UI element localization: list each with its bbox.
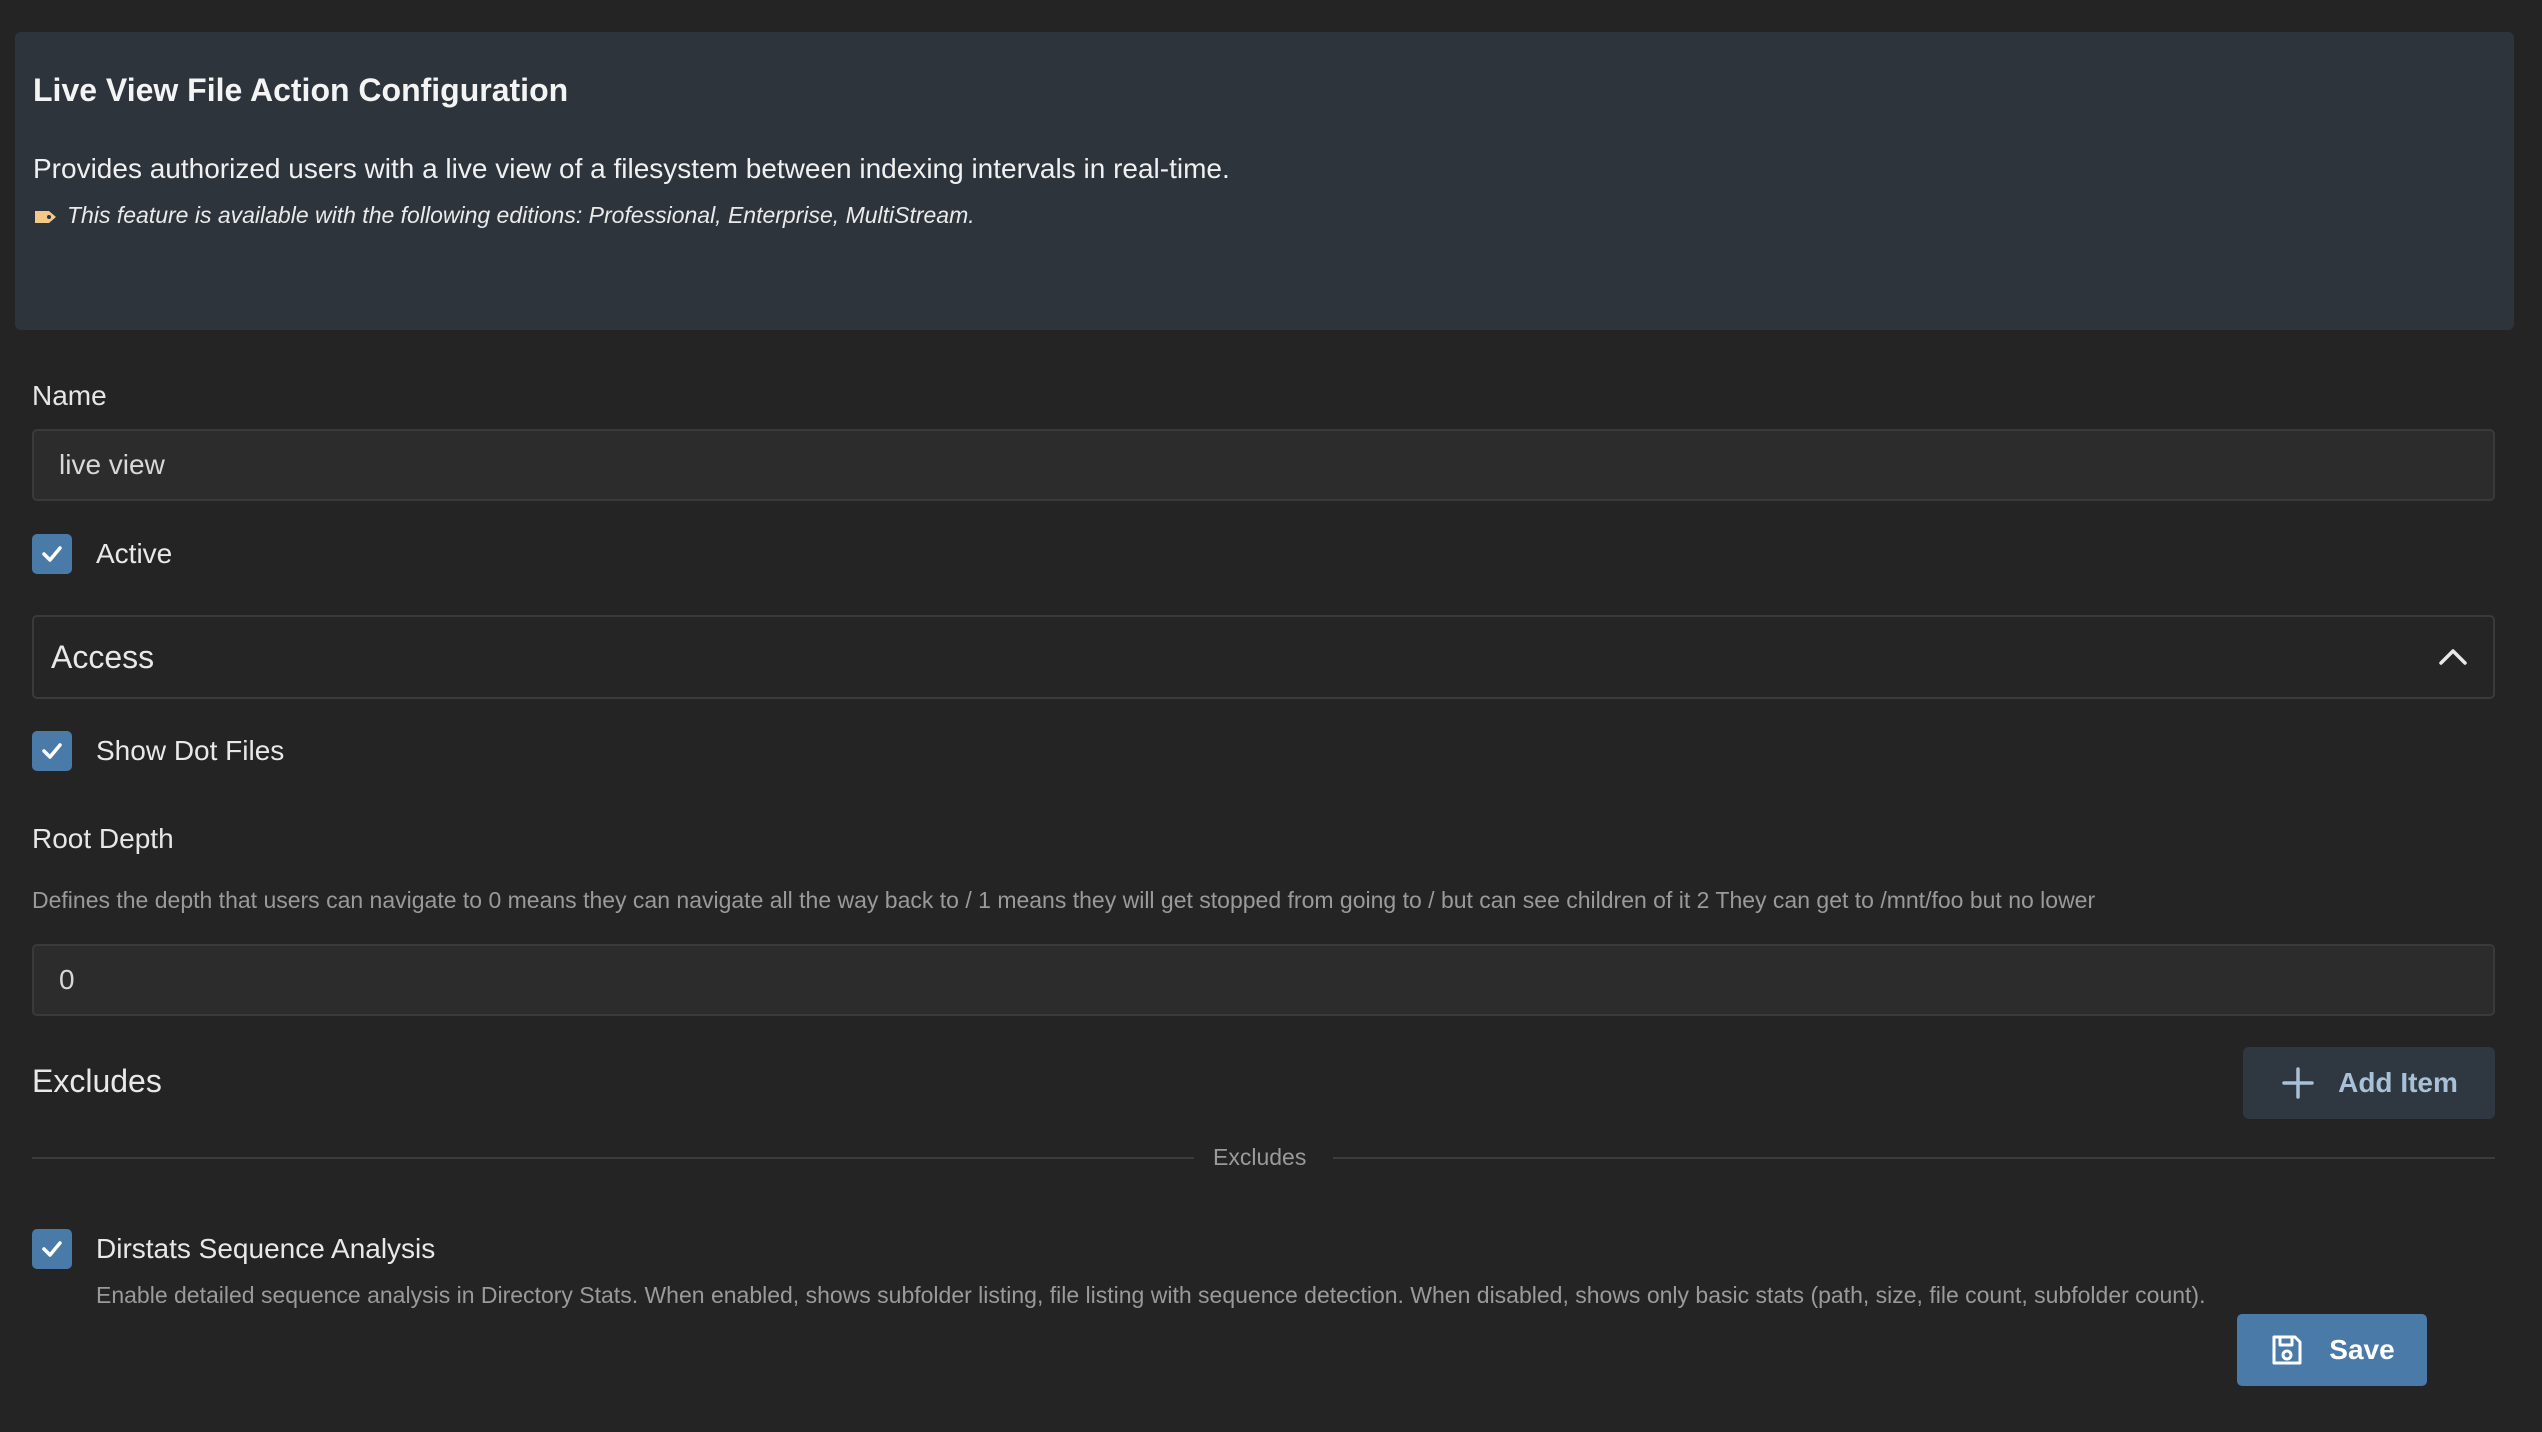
root-depth-label: Root Depth	[32, 823, 174, 854]
access-title: Access	[51, 639, 155, 675]
editions-note-text: This feature is available with the follo…	[67, 202, 975, 228]
show-dot-files-label: Show Dot Files	[96, 735, 285, 766]
check-icon	[42, 1241, 62, 1257]
excludes-title: Excludes	[32, 1063, 162, 1099]
show-dot-files-checkbox[interactable]	[32, 731, 72, 771]
show-dot-files-row[interactable]: Show Dot Files	[32, 731, 284, 771]
config-page: Live View File Action Configuration Prov…	[0, 0, 2542, 1432]
dirstats-description: Enable detailed sequence analysis in Dir…	[96, 1282, 2206, 1308]
check-icon	[42, 546, 62, 562]
editions-note: This feature is available with the follo…	[33, 202, 975, 229]
dirstats-row[interactable]: Dirstats Sequence Analysis	[32, 1229, 435, 1269]
save-label: Save	[2329, 1334, 2395, 1365]
dirstats-checkbox[interactable]	[32, 1229, 72, 1269]
banner-description: Provides authorized users with a live vi…	[33, 153, 1230, 184]
divider-right	[1333, 1157, 2495, 1159]
name-input[interactable]: live view	[32, 429, 2495, 501]
name-label: Name	[32, 380, 107, 411]
add-item-button[interactable]: Add Item	[2243, 1047, 2495, 1119]
check-icon	[42, 743, 62, 759]
divider-left	[32, 1157, 1194, 1159]
add-item-label: Add Item	[2338, 1067, 2458, 1098]
dirstats-label: Dirstats Sequence Analysis	[96, 1233, 436, 1264]
tag-icon	[33, 206, 59, 226]
plus-icon	[2282, 1067, 2314, 1099]
root-depth-help: Defines the depth that users can navigat…	[32, 887, 2096, 913]
floppy-disk-icon	[2272, 1335, 2302, 1365]
excludes-divider-label: Excludes	[1213, 1144, 1307, 1170]
chevron-up-icon[interactable]	[2435, 639, 2471, 675]
active-checkbox[interactable]	[32, 534, 72, 574]
page-title: Live View File Action Configuration	[33, 72, 569, 108]
save-button[interactable]: Save	[2237, 1314, 2427, 1386]
active-label: Active	[96, 538, 173, 569]
active-checkbox-row[interactable]: Active	[32, 534, 172, 574]
access-accordion[interactable]: Access	[32, 615, 2495, 699]
root-depth-input[interactable]: 0	[32, 944, 2495, 1016]
